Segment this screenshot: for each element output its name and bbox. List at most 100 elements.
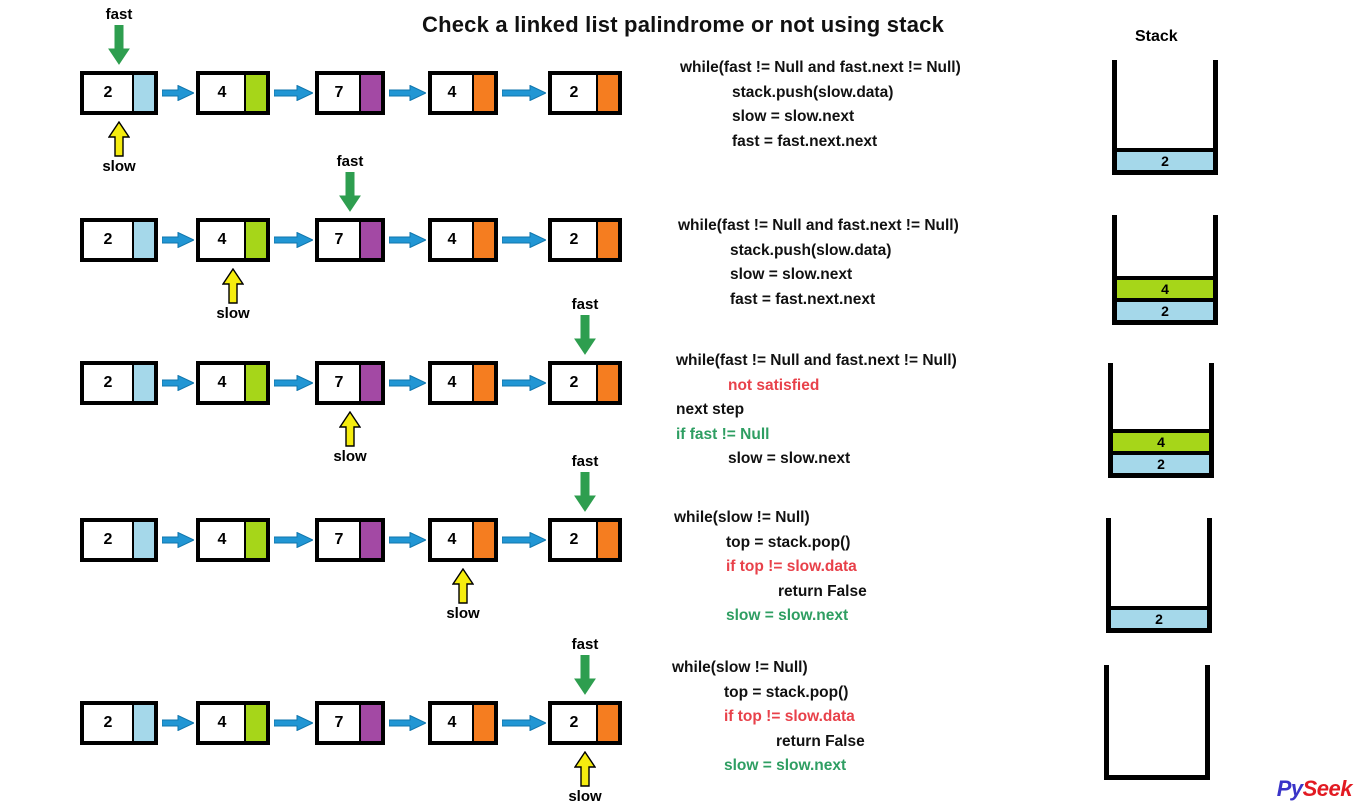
node-value: 2 [569, 84, 579, 101]
code-block: while(fast != Null and fast.next != Null… [680, 60, 961, 158]
fast-arrow-down-icon [574, 315, 596, 355]
node-value: 4 [217, 231, 227, 248]
node-value: 2 [569, 374, 579, 391]
link-arrow [389, 375, 426, 391]
stack-cell: 2 [1113, 451, 1209, 473]
node-next-pointer [132, 705, 154, 741]
node-value: 4 [217, 374, 227, 391]
node-next-pointer [596, 705, 618, 741]
code-line: stack.push(slow.data) [730, 241, 892, 259]
stack-container: 42 [1112, 215, 1218, 325]
node-value: 2 [103, 714, 113, 731]
list-node: 4 [196, 701, 270, 745]
node-next-pointer [596, 365, 618, 401]
page-title-text: Check a linked list palindrome or not us… [421, 12, 945, 37]
node-next-pointer [472, 705, 494, 741]
list-node: 4 [196, 518, 270, 562]
code-line: not satisfied [728, 376, 820, 394]
slow-arrow-up-icon [108, 121, 130, 157]
fast-arrow-down-icon [574, 655, 596, 695]
code-line: while(fast != Null and fast.next != Null… [676, 352, 957, 369]
list-node: 2 [548, 701, 622, 745]
link-arrow [274, 532, 313, 548]
node-next-pointer [244, 522, 266, 558]
slow-pointer-label: slow [446, 605, 480, 622]
code-line: top = stack.pop() [724, 683, 849, 701]
code-block: while(slow != Null) top = stack.pop() if t… [672, 660, 865, 783]
pyseek-logo: PySeek [1276, 776, 1353, 802]
link-arrow [162, 715, 194, 731]
stack-cell: 2 [1111, 606, 1207, 628]
list-node: 4 [196, 361, 270, 405]
link-arrow [389, 85, 426, 101]
node-next-pointer [132, 75, 154, 111]
link-arrow [162, 85, 194, 101]
node-next-pointer [596, 75, 618, 111]
list-node: 2 [548, 218, 622, 262]
node-next-pointer [244, 222, 266, 258]
fast-arrow-down-icon [574, 472, 596, 512]
link-arrow [502, 715, 546, 731]
node-value: 2 [103, 374, 113, 391]
stack-cell: 2 [1117, 298, 1213, 320]
node-value: 2 [569, 714, 579, 731]
fast-pointer-marker: fast [555, 297, 615, 355]
slow-pointer-marker: slow [320, 411, 380, 464]
fast-pointer-label: fast [336, 153, 364, 170]
stack-cell: 2 [1117, 148, 1213, 170]
slow-pointer-label: slow [102, 158, 136, 175]
code-line: slow = slow.next [732, 108, 855, 125]
list-node: 4 [428, 71, 498, 115]
link-arrow [162, 232, 194, 248]
node-next-pointer [359, 75, 381, 111]
link-arrow [389, 715, 426, 731]
fast-arrow-down-icon [339, 172, 361, 212]
node-next-pointer [359, 522, 381, 558]
fast-pointer-marker: fast [89, 7, 149, 65]
node-next-pointer [472, 522, 494, 558]
node-next-pointer [132, 222, 154, 258]
logo-py: Py [1276, 776, 1303, 801]
node-value: 4 [217, 531, 227, 548]
node-value: 2 [103, 531, 113, 548]
list-node: 2 [80, 361, 158, 405]
slow-pointer-label: slow [333, 448, 367, 465]
code-line: while(slow != Null) [674, 509, 810, 526]
stack-container [1104, 665, 1210, 780]
list-node: 7 [315, 361, 385, 405]
node-value: 2 [569, 231, 579, 248]
code-block: while(slow != Null) top = stack.pop() if t… [674, 510, 867, 633]
node-value: 7 [334, 231, 344, 248]
stack-container: 2 [1112, 60, 1218, 175]
node-value: 2 [569, 531, 579, 548]
code-line: while(slow != Null) [672, 659, 808, 676]
node-next-pointer [132, 365, 154, 401]
node-next-pointer [359, 365, 381, 401]
node-next-pointer [472, 222, 494, 258]
node-value: 2 [103, 84, 113, 101]
node-value: 4 [447, 84, 457, 101]
logo-seek: Seek [1302, 776, 1353, 801]
code-block: while(fast != Null and fast.next != Null… [676, 353, 957, 476]
list-node: 4 [428, 518, 498, 562]
slow-arrow-up-icon [339, 411, 361, 447]
list-node: 2 [80, 518, 158, 562]
code-line: return False [778, 582, 867, 600]
code-line: top = stack.pop() [726, 533, 851, 551]
slow-pointer-marker: slow [555, 751, 615, 804]
list-node: 2 [80, 218, 158, 262]
stack-cell: 4 [1113, 429, 1209, 451]
code-line: slow = slow.next [724, 757, 847, 774]
link-arrow [274, 85, 313, 101]
node-value: 2 [103, 231, 113, 248]
link-arrow [274, 232, 313, 248]
code-line: return False [776, 732, 865, 750]
stack-container: 42 [1108, 363, 1214, 478]
fast-pointer-marker: fast [555, 454, 615, 512]
list-node: 4 [428, 361, 498, 405]
list-node: 2 [548, 71, 622, 115]
stack-cell: 4 [1117, 276, 1213, 298]
fast-pointer-label: fast [571, 453, 599, 470]
stack-panel-heading: Stack [1135, 28, 1178, 45]
list-node: 2 [548, 361, 622, 405]
